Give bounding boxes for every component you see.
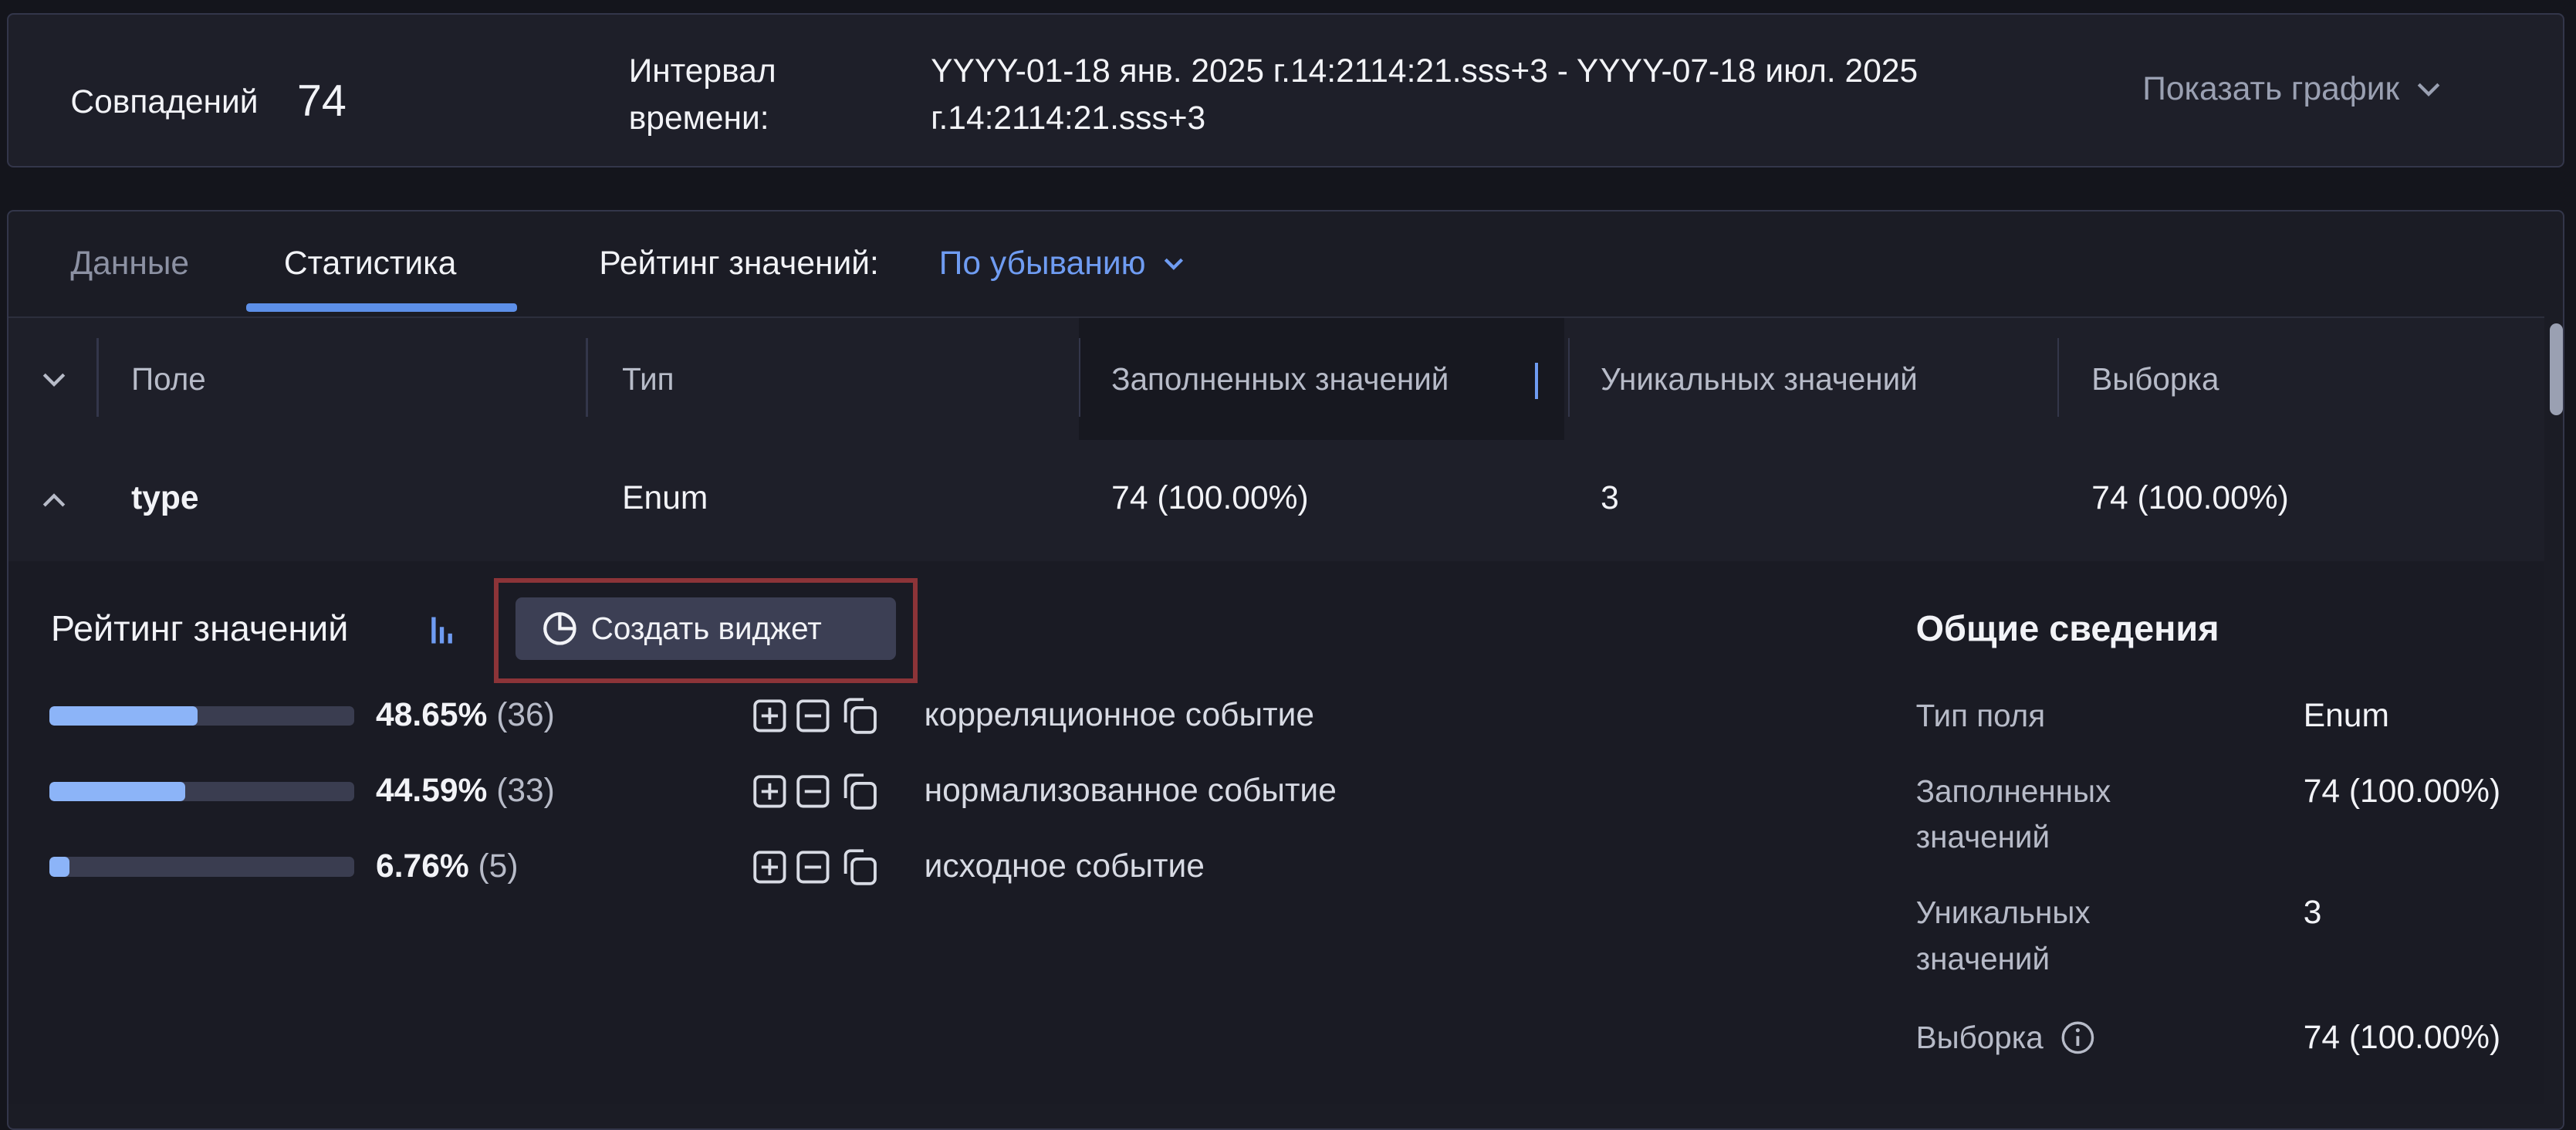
value-percent: 44.59%	[376, 771, 488, 809]
scrollbar-track[interactable]	[2546, 316, 2564, 1128]
column-header-type[interactable]: Тип	[622, 361, 674, 398]
general-info-title: Общие сведения	[1915, 608, 2219, 649]
percentage-bar	[49, 781, 355, 802]
sample-label: Выборка	[1915, 1019, 2044, 1055]
percentage-bar-fill	[49, 705, 198, 726]
pie-chart-icon	[543, 612, 576, 645]
tab-statistics[interactable]: Статистика	[284, 245, 456, 282]
scrollbar-thumb[interactable]	[2549, 323, 2563, 416]
value-rating-title: Рейтинг значений	[50, 608, 349, 649]
table-header: Поле Тип Заполненных значений Уникальных…	[8, 316, 2545, 442]
copy-icon[interactable]	[837, 848, 880, 887]
copy-icon[interactable]	[837, 696, 880, 736]
bar-chart-icon[interactable]	[428, 611, 461, 647]
chevron-down-icon	[2418, 83, 2440, 97]
value-count: (36)	[496, 695, 555, 733]
field-type-value: Enum	[2303, 696, 2389, 734]
unique-value: 3	[2303, 893, 2322, 931]
value-label: корреляционное событие	[924, 695, 1315, 733]
row-type: Enum	[622, 479, 708, 517]
column-header-field[interactable]: Поле	[131, 361, 206, 398]
minus-square-icon[interactable]	[795, 773, 831, 810]
chevron-down-icon[interactable]	[41, 371, 67, 387]
row-detail: Рейтинг значений Создать виджет 48.65% (…	[8, 561, 2545, 1104]
column-divider	[586, 337, 588, 418]
column-divider	[1078, 337, 1080, 418]
show-chart-label: Показать график	[2142, 70, 2400, 108]
value-count: (33)	[496, 771, 555, 809]
copy-icon[interactable]	[837, 772, 880, 811]
column-header-sample[interactable]: Выборка	[2091, 361, 2219, 398]
matches-count: 74	[296, 76, 347, 126]
filled-label: Заполненных значений	[1915, 773, 2111, 855]
info-icon[interactable]	[2060, 1020, 2096, 1056]
interval-value: YYYY-01-18 янв. 2025 г.14:2114:21.sss+3 …	[931, 52, 1918, 137]
matches-label: Совпадений	[70, 83, 259, 121]
minus-square-icon[interactable]	[795, 698, 831, 734]
column-header-filled[interactable]: Заполненных значений	[1111, 361, 1449, 398]
value-percent: 48.65%	[376, 695, 488, 733]
unique-label: Уникальных значений	[1915, 894, 2091, 976]
table-row[interactable]: type Enum 74 (100.00%) 3 74 (100.00%)	[8, 440, 2545, 562]
value-percent: 6.76%	[376, 847, 469, 885]
interval-label: Интервал времени:	[628, 52, 776, 137]
rating-sort-label: Рейтинг значений:	[599, 244, 879, 282]
percentage-bar	[49, 705, 355, 726]
column-divider	[96, 337, 99, 418]
row-sample: 74 (100.00%)	[2091, 479, 2289, 517]
sample-value: 74 (100.00%)	[2303, 1018, 2501, 1056]
rating-sort-dropdown[interactable]: По убыванию	[939, 245, 1185, 282]
row-filled: 74 (100.00%)	[1111, 479, 1309, 517]
chevron-down-icon	[1164, 258, 1183, 270]
value-label: исходное событие	[924, 847, 1205, 885]
row-unique: 3	[1601, 479, 1619, 517]
list-item: 6.76% (5) исходное событие	[49, 848, 1855, 887]
column-header-unique[interactable]: Уникальных значений	[1601, 361, 1918, 398]
row-field: type	[131, 479, 199, 517]
field-type-label: Тип поля	[1915, 697, 2046, 733]
percentage-bar-fill	[49, 781, 186, 802]
value-label: нормализованное событие	[924, 771, 1337, 809]
create-widget-label: Создать виджет	[590, 611, 822, 647]
show-chart-toggle[interactable]: Показать график	[2142, 70, 2442, 108]
plus-square-icon[interactable]	[752, 773, 788, 810]
chevron-up-icon[interactable]	[41, 492, 67, 509]
tab-data[interactable]: Данные	[70, 245, 189, 282]
percentage-bar	[49, 857, 355, 877]
results-header: Совпадений 74 Интервал времени: YYYY-01-…	[6, 13, 2565, 167]
filled-value: 74 (100.00%)	[2303, 772, 2501, 810]
percentage-bar-fill	[49, 857, 70, 877]
column-divider	[1567, 337, 1570, 418]
minus-square-icon[interactable]	[795, 849, 831, 885]
create-widget-button[interactable]: Создать виджет	[515, 597, 897, 661]
column-divider	[2057, 337, 2059, 418]
statistics-panel: Данные Статистика Рейтинг значений: По у…	[6, 210, 2565, 1130]
plus-square-icon[interactable]	[752, 698, 788, 734]
value-count: (5)	[478, 847, 519, 885]
active-tab-indicator	[245, 303, 518, 313]
plus-square-icon[interactable]	[752, 849, 788, 885]
list-item: 48.65% (36) корреляционное событие	[49, 696, 1855, 736]
list-item: 44.59% (33) нормализованное событие	[49, 772, 1855, 811]
rating-sort-value: По убыванию	[938, 244, 1146, 282]
column-resize-handle[interactable]	[1535, 362, 1539, 399]
